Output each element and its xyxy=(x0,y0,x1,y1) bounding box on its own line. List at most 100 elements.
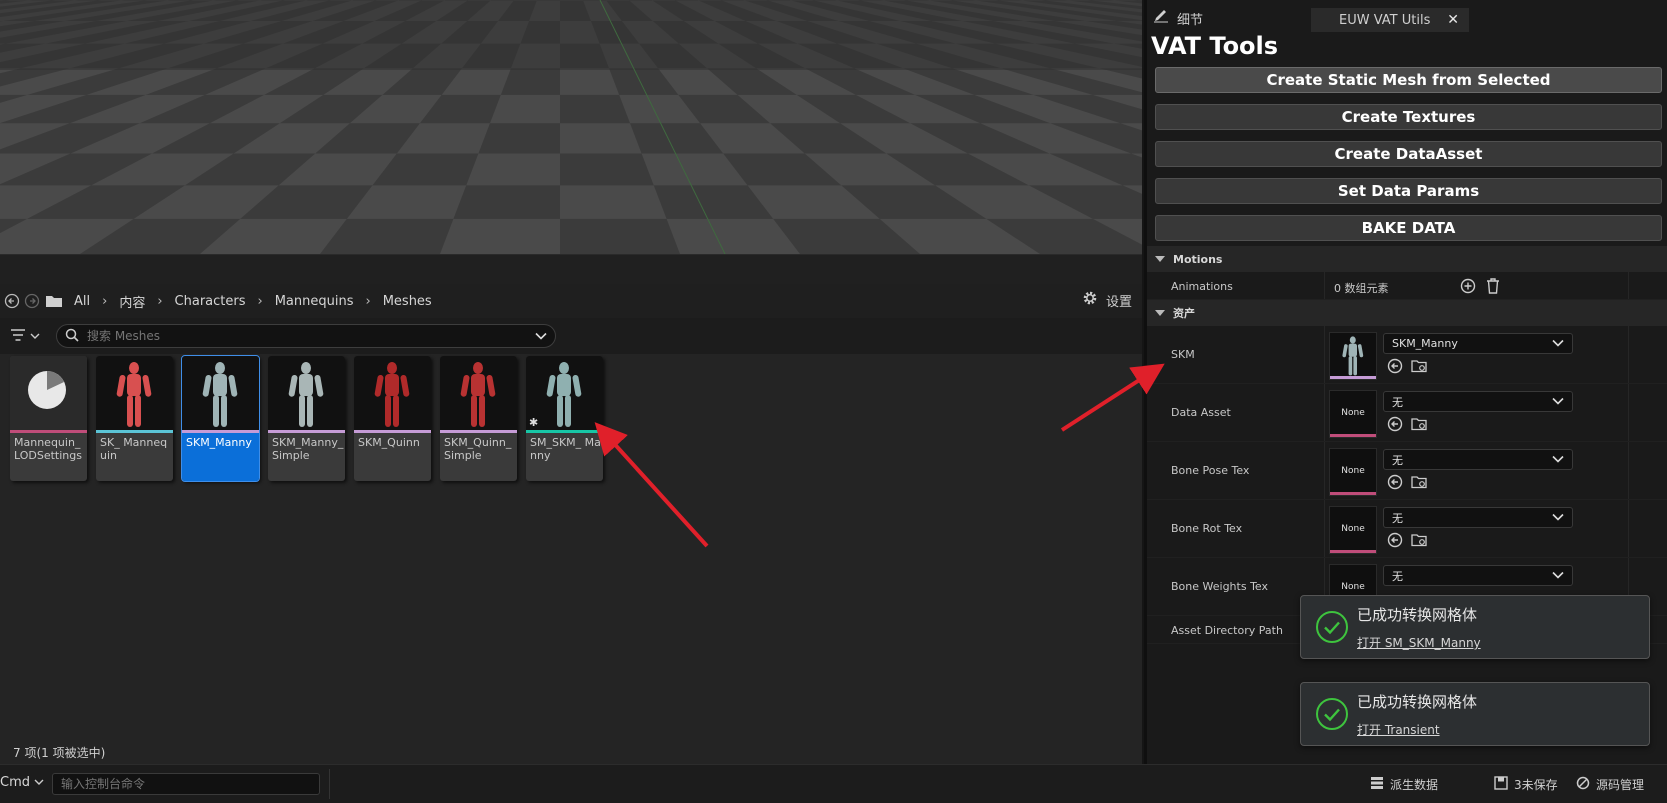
bone-rot-tex-combo[interactable]: 无 xyxy=(1383,507,1573,528)
column-divider xyxy=(1628,326,1629,383)
folder-icon[interactable] xyxy=(42,291,66,311)
bone-weights-tex-combo[interactable]: 无 xyxy=(1383,565,1573,586)
asset-tile[interactable]: SK_ Mannequin xyxy=(96,356,173,481)
status-bar: Cmd 派生数据 3未保存 源码管理 xyxy=(0,764,1667,803)
search-input[interactable] xyxy=(87,329,535,343)
use-selected-icon[interactable] xyxy=(1387,358,1403,377)
level-viewport[interactable] xyxy=(0,0,1142,254)
bone-weights-tex-value: 无 xyxy=(1392,569,1403,583)
breadcrumb-all[interactable]: All xyxy=(74,294,90,309)
forward-icon[interactable] xyxy=(22,291,42,311)
source-control-label: 源码管理 xyxy=(1596,778,1645,792)
tab-euw-vat-utils[interactable]: EUW VAT Utils ✕ xyxy=(1311,8,1469,32)
lod-settings-icon xyxy=(10,356,87,430)
animations-label: Animations xyxy=(1171,280,1233,293)
mesh-thumbnail xyxy=(440,356,517,430)
chevron-right-icon[interactable]: › xyxy=(102,294,107,309)
settings-button[interactable]: 设置 xyxy=(1082,290,1132,310)
set-data-params-button[interactable]: Set Data Params xyxy=(1155,178,1662,204)
none-text: None xyxy=(1341,524,1365,534)
create-textures-button[interactable]: Create Textures xyxy=(1155,104,1662,130)
breadcrumb: All › 内容 › Characters › Mannequins › Mes… xyxy=(0,284,1142,318)
chevron-down-icon xyxy=(1552,337,1564,350)
filter-button[interactable] xyxy=(10,326,48,346)
asset-type-stripe xyxy=(1330,550,1376,553)
bone-rot-tex-value: 无 xyxy=(1392,511,1403,525)
chevron-down-icon xyxy=(1552,395,1564,408)
tab-euw-label: EUW VAT Utils xyxy=(1339,12,1431,28)
add-element-icon[interactable] xyxy=(1460,278,1476,297)
console-input[interactable] xyxy=(52,773,320,795)
browse-folder-icon[interactable] xyxy=(1411,474,1429,493)
chevron-right-icon[interactable]: › xyxy=(366,294,371,309)
breadcrumb-content[interactable]: 内容 xyxy=(119,292,145,311)
trash-icon[interactable] xyxy=(1486,278,1500,297)
asset-label: SM_SKM_ Manny xyxy=(530,436,601,462)
none-text: None xyxy=(1341,466,1365,476)
bone-pose-tex-row: Bone Pose Tex None 无 xyxy=(1147,442,1667,500)
derived-data-button[interactable]: 派生数据 xyxy=(1370,776,1438,793)
asset-tile[interactable]: Mannequin_ LODSettings xyxy=(10,356,87,481)
asset-type-stripe xyxy=(440,430,517,433)
chevron-right-icon[interactable]: › xyxy=(258,294,263,309)
breadcrumb-mannequins[interactable]: Mannequins xyxy=(275,294,354,309)
notification-message: 已成功转换网格体 xyxy=(1357,606,1478,624)
notification-link[interactable]: 打开 SM_SKM_Manny xyxy=(1357,634,1481,651)
settings-label: 设置 xyxy=(1105,294,1132,310)
data-asset-combo[interactable]: 无 xyxy=(1383,391,1573,412)
mesh-thumbnail xyxy=(354,356,431,430)
filter-icon xyxy=(10,328,26,344)
asset-type-stripe xyxy=(182,430,259,433)
bake-data-button[interactable]: BAKE DATA xyxy=(1155,215,1662,241)
back-icon[interactable] xyxy=(2,291,22,311)
section-motions[interactable]: Motions xyxy=(1147,246,1667,272)
breadcrumb-characters[interactable]: Characters xyxy=(175,294,246,309)
close-icon[interactable]: ✕ xyxy=(1447,12,1459,28)
content-browser: All › 内容 › Characters › Mannequins › Mes… xyxy=(0,284,1142,764)
chevron-down-icon xyxy=(1552,453,1564,466)
bone-pose-tex-thumbnail[interactable]: None xyxy=(1329,448,1377,496)
item-count: 7 项(1 项被选中) xyxy=(13,746,106,760)
tab-details-label: 细节 xyxy=(1177,12,1204,28)
notification-link[interactable]: 打开 Transient xyxy=(1357,721,1440,738)
browse-folder-icon[interactable] xyxy=(1411,416,1429,435)
skm-combo[interactable]: SKM_Manny xyxy=(1383,333,1573,354)
divider xyxy=(329,769,330,799)
success-check-icon xyxy=(1315,697,1349,734)
asset-tile[interactable]: SKM_Quinn_ Simple xyxy=(440,356,517,481)
asset-tile[interactable]: SKM_Quinn xyxy=(354,356,431,481)
asset-tile[interactable]: ✱ SM_SKM_ Manny xyxy=(526,356,603,481)
chevron-right-icon[interactable]: › xyxy=(157,294,162,309)
cmd-dropdown[interactable]: Cmd xyxy=(0,775,44,790)
use-selected-icon[interactable] xyxy=(1387,532,1403,551)
asset-tile[interactable]: SKM_Manny_ Simple xyxy=(268,356,345,481)
skm-thumbnail[interactable] xyxy=(1329,332,1377,380)
bone-pose-tex-combo[interactable]: 无 xyxy=(1383,449,1573,470)
browse-folder-icon[interactable] xyxy=(1411,358,1429,377)
create-dataasset-button[interactable]: Create DataAsset xyxy=(1155,141,1662,167)
create-static-mesh-button[interactable]: Create Static Mesh from Selected xyxy=(1155,67,1662,93)
section-motions-label: Motions xyxy=(1173,252,1223,266)
unsaved-button[interactable]: 3未保存 xyxy=(1494,776,1558,793)
asset-type-stripe xyxy=(1330,434,1376,437)
chevron-down-icon[interactable] xyxy=(535,329,547,343)
new-asset-star-icon: ✱ xyxy=(529,416,539,429)
use-selected-icon[interactable] xyxy=(1387,474,1403,493)
pencil-icon xyxy=(1153,9,1169,27)
browse-folder-icon[interactable] xyxy=(1411,532,1429,551)
use-selected-icon[interactable] xyxy=(1387,416,1403,435)
breadcrumb-meshes[interactable]: Meshes xyxy=(383,294,432,309)
animations-row: Animations 0 数组元素 xyxy=(1147,272,1667,300)
section-assets[interactable]: 资产 xyxy=(1147,300,1667,326)
asset-directory-label: Asset Directory Path xyxy=(1171,624,1283,637)
bone-rot-tex-thumbnail[interactable]: None xyxy=(1329,506,1377,554)
search-box[interactable] xyxy=(56,324,556,348)
source-control-button[interactable]: 源码管理 xyxy=(1576,776,1644,793)
bone-pose-tex-label: Bone Pose Tex xyxy=(1171,464,1250,477)
column-divider xyxy=(1324,272,1325,299)
data-asset-label: Data Asset xyxy=(1171,406,1231,419)
asset-tile-selected[interactable]: SKM_Manny xyxy=(181,355,260,482)
gear-icon xyxy=(1082,290,1098,310)
data-asset-thumbnail[interactable]: None xyxy=(1329,390,1377,438)
tab-details[interactable]: 细节 xyxy=(1153,5,1203,31)
